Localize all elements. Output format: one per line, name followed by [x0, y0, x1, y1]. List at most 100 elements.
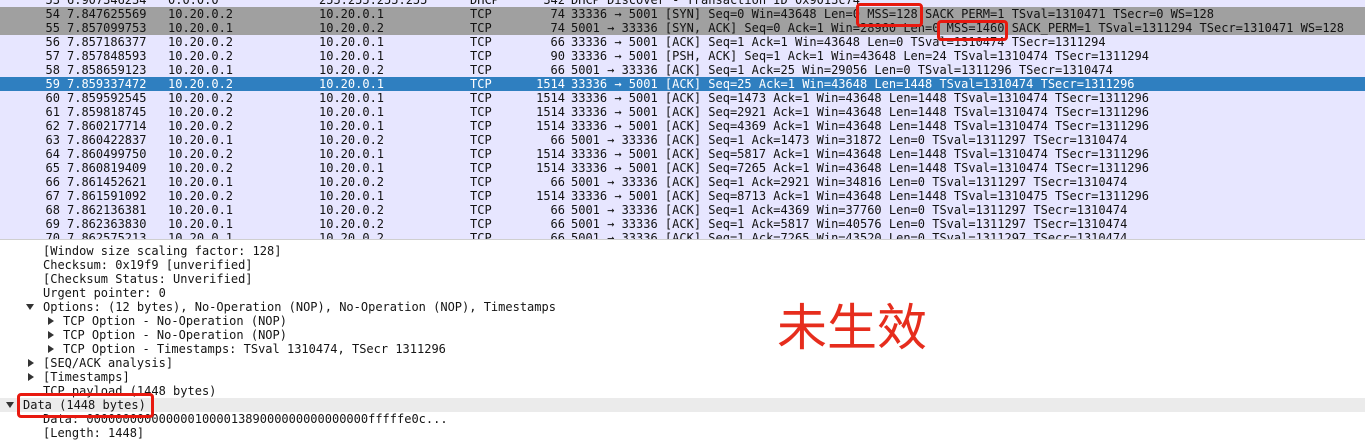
packet-row[interactable]: 56 7.857186377 10.20.0.2 10.20.0.1 TCP 66 3333… [0, 35, 1365, 49]
detail-tree-item[interactable]: Urgent pointer: 0 [0, 286, 1365, 300]
collapsed-triangle-icon[interactable] [48, 317, 54, 325]
packet-row[interactable]: 60 7.859592545 10.20.0.2 10.20.0.1 TCP 1514 33… [0, 91, 1365, 105]
packet-row[interactable]: 54 7.847625569 10.20.0.2 10.20.0.1 TCP 74 3333… [0, 7, 1365, 21]
collapsed-triangle-icon[interactable] [28, 373, 34, 381]
packet-proto-cell: TCP [470, 105, 492, 119]
packet-no-cell: 55 [45, 21, 60, 35]
packet-row[interactable]: 65 7.860819409 10.20.0.2 10.20.0.1 TCP 1514 33… [0, 161, 1365, 175]
detail-text: Options: (12 bytes), No-Operation (NOP),… [43, 300, 556, 314]
packet-time-cell: 7.860499750 [67, 147, 147, 161]
packet-no-cell: 65 [45, 161, 60, 175]
detail-text: [Length: 1448] [43, 426, 145, 440]
packet-proto-cell: TCP [470, 147, 492, 161]
packet-details-pane[interactable]: [Window size scaling factor: 128] Checksu… [0, 245, 1365, 444]
collapsed-triangle-icon[interactable] [28, 359, 34, 367]
packet-len-cell: 1514 [536, 147, 565, 161]
detail-text: TCP Option - Timestamps: TSval 1310474, … [63, 342, 446, 356]
expanded-triangle-icon[interactable] [26, 304, 34, 310]
detail-text: TCP Option - No-Operation (NOP) [63, 314, 287, 328]
packet-no-cell: 66 [45, 175, 60, 189]
detail-tree-item[interactable]: TCP Option - Timestamps: TSval 1310474, … [0, 342, 1365, 356]
packet-row[interactable]: 64 7.860499750 10.20.0.2 10.20.0.1 TCP 1514 33… [0, 147, 1365, 161]
packet-time-cell: 7.859592545 [67, 91, 147, 105]
packet-dst-cell: 10.20.0.1 [319, 147, 385, 161]
packet-proto-cell: TCP [470, 189, 492, 203]
packet-no-cell: 67 [45, 189, 60, 203]
packet-no-cell: 63 [45, 133, 60, 147]
packet-info-cell: 33336 → 5001 [ACK] Seq=4369 Ack=1 Win=43… [571, 119, 1149, 133]
packet-time-cell: 7.862136381 [67, 203, 147, 217]
packet-row[interactable]: 68 7.862136381 10.20.0.1 10.20.0.2 TCP 66 5001… [0, 203, 1365, 217]
packet-dst-cell: 10.20.0.1 [319, 119, 385, 133]
detail-tree-item[interactable]: Options: (12 bytes), No-Operation (NOP),… [0, 300, 1365, 314]
packet-list-pane[interactable]: 53 6.907346234 0.0.0.0 255.255.255.255 DHCP 3… [0, 0, 1365, 239]
packet-row[interactable]: 55 7.857099753 10.20.0.1 10.20.0.2 TCP 74 5001… [0, 21, 1365, 35]
mss-128-highlight-box [856, 3, 923, 27]
packet-len-cell: 1514 [536, 119, 565, 133]
packet-time-cell: 7.859818745 [67, 105, 147, 119]
packet-info-cell: 33336 → 5001 [ACK] Seq=25 Ack=1 Win=4364… [571, 77, 1135, 91]
packet-time-cell: 7.860819409 [67, 161, 147, 175]
annotation-not-effective: 未生效 [777, 299, 927, 357]
packet-info-cell: 33336 → 5001 [ACK] Seq=8713 Ack=1 Win=43… [571, 189, 1149, 203]
detail-tree-item[interactable]: TCP payload (1448 bytes) [0, 384, 1365, 398]
packet-row[interactable]: 69 7.862363830 10.20.0.1 10.20.0.2 TCP 66 5001… [0, 217, 1365, 231]
packet-row[interactable]: 53 6.907346234 0.0.0.0 255.255.255.255 DHCP 3… [0, 0, 1365, 7]
packet-row[interactable]: 57 7.857848593 10.20.0.2 10.20.0.1 TCP 90 3333… [0, 49, 1365, 63]
packet-src-cell: 10.20.0.2 [168, 161, 234, 175]
packet-proto-cell: TCP [470, 133, 492, 147]
packet-dst-cell: 10.20.0.1 [319, 105, 385, 119]
detail-tree-item[interactable]: [Length: 1448] [0, 426, 1365, 440]
packet-row[interactable]: 58 7.858659123 10.20.0.1 10.20.0.2 TCP 66 5001… [0, 63, 1365, 77]
detail-tree-item[interactable]: Data (1448 bytes) [0, 398, 1365, 412]
packet-dst-cell: 10.20.0.2 [319, 231, 385, 239]
packet-dst-cell: 10.20.0.1 [319, 91, 385, 105]
packet-row[interactable]: 63 7.860422837 10.20.0.1 10.20.0.2 TCP 66 5001… [0, 133, 1365, 147]
collapsed-triangle-icon[interactable] [48, 331, 54, 339]
mss-1460-highlight-box [937, 20, 1008, 41]
packet-row[interactable]: 59 7.859337472 10.20.0.2 10.20.0.1 TCP 1514 33… [0, 77, 1365, 91]
packet-row[interactable]: 70 7.862575213 10.20.0.1 10.20.0.2 TCP 66 5001… [0, 231, 1365, 239]
detail-tree-item[interactable]: TCP Option - No-Operation (NOP) [0, 314, 1365, 328]
packet-src-cell: 10.20.0.1 [168, 175, 234, 189]
packet-len-cell: 66 [550, 217, 565, 231]
packet-len-cell: 66 [550, 203, 565, 217]
packet-len-cell: 66 [550, 231, 565, 239]
packet-row[interactable]: 61 7.859818745 10.20.0.2 10.20.0.1 TCP 1514 33… [0, 105, 1365, 119]
packet-row[interactable]: 62 7.860217714 10.20.0.2 10.20.0.1 TCP 1514 33… [0, 119, 1365, 133]
detail-tree-item[interactable]: [Window size scaling factor: 128] [0, 245, 1365, 258]
packet-src-cell: 10.20.0.1 [168, 21, 234, 35]
packet-src-cell: 10.20.0.1 [168, 63, 234, 77]
packet-no-cell: 62 [45, 119, 60, 133]
packet-info-cell: 33336 → 5001 [ACK] Seq=2921 Ack=1 Win=43… [571, 105, 1149, 119]
packet-len-cell: 66 [550, 133, 565, 147]
detail-tree-item[interactable]: TCP Option - No-Operation (NOP) [0, 328, 1365, 342]
packet-time-cell: 7.862575213 [67, 231, 147, 239]
packet-info-cell: 5001 → 33336 [ACK] Seq=1 Ack=4369 Win=37… [571, 203, 1128, 217]
detail-tree-item[interactable]: [Timestamps] [0, 370, 1365, 384]
packet-dst-cell: 10.20.0.1 [319, 161, 385, 175]
packet-proto-cell: TCP [470, 21, 492, 35]
packet-info-cell: 5001 → 33336 [ACK] Seq=1 Ack=5817 Win=40… [571, 217, 1128, 231]
detail-tree-item[interactable]: Data: 0000000000000001000013890000000000… [0, 412, 1365, 426]
detail-tree-item[interactable]: [SEQ/ACK analysis] [0, 356, 1365, 370]
packet-proto-cell: TCP [470, 203, 492, 217]
packet-row[interactable]: 67 7.861591092 10.20.0.2 10.20.0.1 TCP 1514 33… [0, 189, 1365, 203]
packet-no-cell: 64 [45, 147, 60, 161]
packet-no-cell: 68 [45, 203, 60, 217]
packet-proto-cell: TCP [470, 49, 492, 63]
detail-tree-item[interactable]: Checksum: 0x19f9 [unverified] [0, 258, 1365, 272]
packet-proto-cell: TCP [470, 7, 492, 21]
packet-dst-cell: 10.20.0.2 [319, 175, 385, 189]
packet-src-cell: 10.20.0.1 [168, 203, 234, 217]
packet-row[interactable]: 66 7.861452621 10.20.0.1 10.20.0.2 TCP 66 5001… [0, 175, 1365, 189]
packet-src-cell: 10.20.0.2 [168, 147, 234, 161]
collapsed-triangle-icon[interactable] [48, 345, 54, 353]
packet-dst-cell: 10.20.0.1 [319, 189, 385, 203]
packet-info-cell: 5001 → 33336 [ACK] Seq=1 Ack=2921 Win=34… [571, 175, 1128, 189]
packet-src-cell: 10.20.0.1 [168, 133, 234, 147]
detail-tree-item[interactable]: [Checksum Status: Unverified] [0, 272, 1365, 286]
packet-src-cell: 10.20.0.1 [168, 231, 234, 239]
expanded-triangle-icon[interactable] [6, 402, 14, 408]
packet-time-cell: 7.858659123 [67, 63, 147, 77]
